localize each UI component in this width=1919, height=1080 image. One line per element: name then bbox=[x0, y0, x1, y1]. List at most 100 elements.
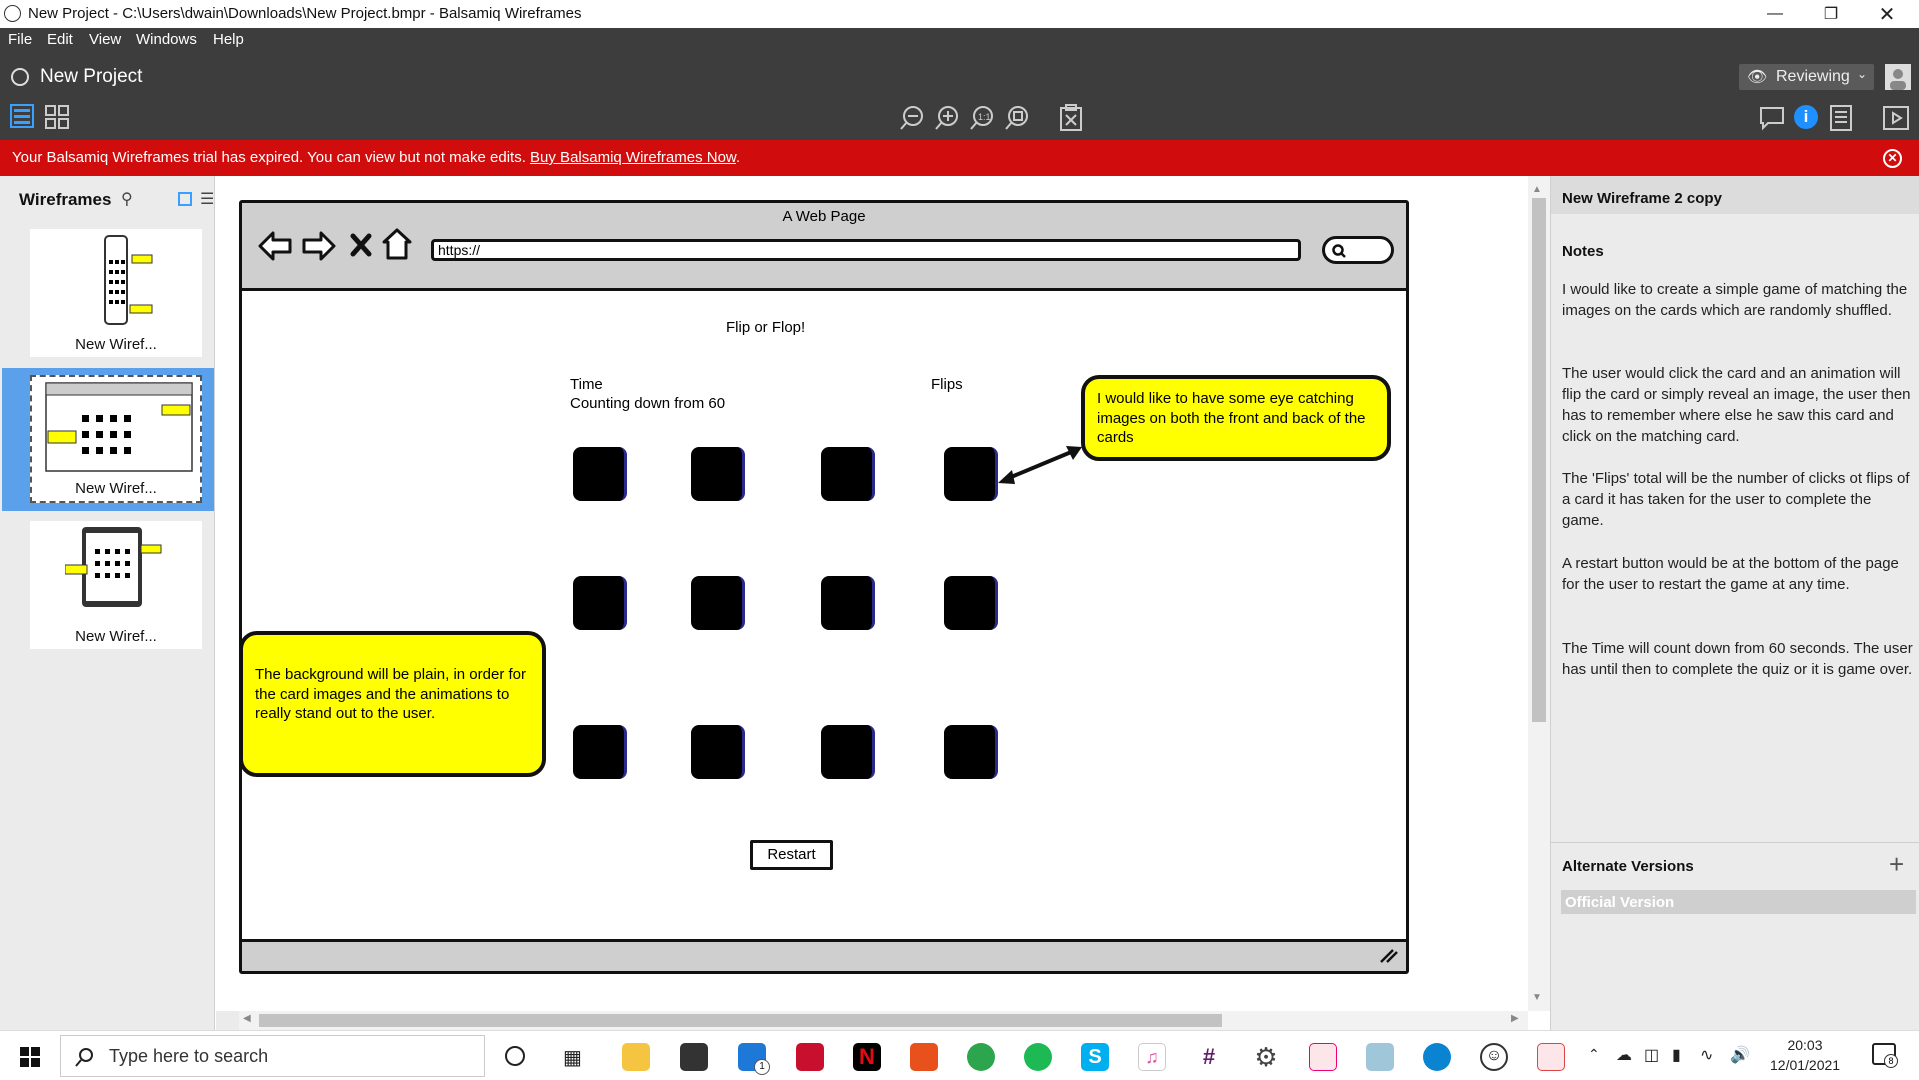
itunes-icon[interactable]: ♫ bbox=[1138, 1043, 1166, 1071]
thumbnail-caption: New Wiref... bbox=[75, 336, 157, 353]
notes-paragraph: The Time will count down from 60 seconds… bbox=[1562, 640, 1913, 678]
menu-edit[interactable]: Edit bbox=[47, 31, 73, 48]
horizontal-scrollbar[interactable]: ◀ ▶ bbox=[239, 1011, 1528, 1030]
slack-icon[interactable]: # bbox=[1195, 1043, 1223, 1071]
card bbox=[691, 725, 745, 779]
thumbnail-caption: New Wiref... bbox=[75, 480, 157, 497]
zoom-actual-size-icon[interactable]: 1:1 bbox=[968, 104, 996, 137]
vertical-scroll-thumb[interactable] bbox=[1532, 198, 1546, 722]
mail-icon[interactable]: 1 bbox=[738, 1043, 770, 1075]
zoom-fit-icon[interactable] bbox=[1003, 104, 1031, 137]
info-icon[interactable]: i bbox=[1794, 105, 1818, 129]
spotify-icon[interactable] bbox=[1024, 1043, 1052, 1071]
sticky-note-top: I would like to have some eye catching i… bbox=[1081, 375, 1391, 461]
restore-button[interactable]: ❐ bbox=[1803, 0, 1859, 28]
app-icon[interactable] bbox=[1537, 1043, 1565, 1071]
scroll-down-icon[interactable]: ▼ bbox=[1532, 992, 1542, 1003]
card bbox=[573, 576, 627, 630]
vertical-scrollbar[interactable]: ▲ ▼ bbox=[1528, 176, 1550, 1011]
time-label: Time bbox=[570, 376, 603, 393]
skype-icon[interactable]: S bbox=[1081, 1043, 1109, 1071]
zoom-in-icon[interactable] bbox=[933, 104, 961, 137]
app-icon[interactable] bbox=[1366, 1043, 1394, 1071]
list-mode-icon[interactable]: ☰ bbox=[200, 189, 214, 209]
resize-grip-icon bbox=[1380, 949, 1398, 963]
thumbnail-caption: New Wiref... bbox=[75, 628, 157, 645]
trial-expired-banner: Your Balsamiq Wireframes trial has expir… bbox=[0, 140, 1919, 176]
scroll-right-icon[interactable]: ▶ bbox=[1511, 1013, 1519, 1024]
store-icon[interactable] bbox=[680, 1043, 708, 1071]
network-icon[interactable]: ◫ bbox=[1644, 1045, 1659, 1065]
official-version-item[interactable]: Official Version bbox=[1561, 890, 1916, 914]
mode-dropdown[interactable]: 👁 Reviewing ⌄ bbox=[1739, 64, 1874, 90]
grid-view-icon[interactable] bbox=[44, 104, 70, 135]
close-button[interactable]: ✕ bbox=[1859, 0, 1915, 28]
balsamiq-taskbar-icon[interactable]: ☺ bbox=[1480, 1043, 1508, 1071]
wifi-icon[interactable]: ∿ bbox=[1700, 1045, 1713, 1065]
card bbox=[944, 725, 998, 779]
battery-icon[interactable]: ▮ bbox=[1672, 1045, 1681, 1065]
banner-message: Your Balsamiq Wireframes trial has expir… bbox=[12, 149, 531, 166]
eye-icon: 👁 bbox=[1747, 69, 1768, 86]
wireframe-thumbnail[interactable]: New Wiref... bbox=[30, 521, 202, 649]
horizontal-scroll-thumb[interactable] bbox=[259, 1014, 1222, 1027]
add-version-icon[interactable]: + bbox=[1889, 849, 1904, 880]
chevron-down-icon: ⌄ bbox=[1857, 67, 1868, 81]
scroll-up-icon[interactable]: ▲ bbox=[1532, 184, 1542, 195]
card bbox=[573, 447, 627, 501]
notes-paragraph: I would like to create a simple game of … bbox=[1562, 281, 1908, 319]
buy-now-link[interactable]: Buy Balsamiq Wireframes Now bbox=[530, 149, 736, 166]
search-icon bbox=[75, 1048, 93, 1067]
thumbnail-view-icon[interactable] bbox=[178, 192, 192, 206]
file-explorer-icon[interactable] bbox=[622, 1043, 650, 1071]
windows-taskbar: Type here to search ▦ 1 N S ♫ # ⚙ ☺ ⌃ ☁ … bbox=[0, 1030, 1919, 1080]
wireframe-thumbnail-selected[interactable]: New Wiref... bbox=[30, 375, 202, 503]
search-placeholder: Type here to search bbox=[109, 1046, 269, 1066]
action-center-icon[interactable]: 8 bbox=[1872, 1043, 1898, 1068]
menu-help[interactable]: Help bbox=[213, 31, 244, 48]
clock-date[interactable]: 12/01/2021 bbox=[1770, 1057, 1840, 1073]
card bbox=[944, 447, 998, 501]
show-hidden-icons-icon[interactable]: ⌃ bbox=[1588, 1046, 1600, 1063]
wireframe-thumbnail[interactable]: New Wiref... bbox=[30, 229, 202, 357]
settings-gear-icon[interactable]: ⚙ bbox=[1252, 1043, 1280, 1071]
card bbox=[821, 576, 875, 630]
flips-label: Flips bbox=[931, 376, 963, 393]
project-bar: New Project 👁 Reviewing ⌄ bbox=[0, 54, 1919, 100]
edge-icon[interactable] bbox=[1423, 1043, 1451, 1071]
card bbox=[821, 447, 875, 501]
windows-start-icon[interactable] bbox=[20, 1047, 40, 1067]
menu-file[interactable]: File bbox=[8, 31, 32, 48]
snip-tool-icon[interactable] bbox=[1309, 1043, 1337, 1071]
minimize-button[interactable]: — bbox=[1747, 0, 1803, 28]
browser-page-title: A Web Page bbox=[782, 208, 866, 225]
dismiss-banner-icon[interactable]: ✕ bbox=[1883, 149, 1902, 168]
notes-paragraph: A restart button would be at the bottom … bbox=[1562, 555, 1899, 593]
list-view-icon[interactable] bbox=[10, 104, 34, 128]
cortana-icon[interactable] bbox=[505, 1046, 525, 1066]
task-view-icon[interactable]: ▦ bbox=[563, 1045, 582, 1070]
search-field bbox=[1322, 236, 1394, 264]
onedrive-icon[interactable]: ☁ bbox=[1616, 1045, 1632, 1065]
zoom-out-icon[interactable] bbox=[898, 104, 926, 137]
clock-time[interactable]: 20:03 bbox=[1770, 1037, 1840, 1053]
mcafee-icon[interactable] bbox=[796, 1043, 824, 1071]
scroll-left-icon[interactable]: ◀ bbox=[243, 1013, 251, 1024]
menu-windows[interactable]: Windows bbox=[136, 31, 197, 48]
chrome-icon[interactable] bbox=[967, 1043, 995, 1071]
mail-badge: 1 bbox=[754, 1059, 770, 1075]
netflix-icon[interactable]: N bbox=[853, 1043, 881, 1071]
sort-icon[interactable]: ⚲ bbox=[121, 189, 133, 209]
presentation-play-icon[interactable] bbox=[1882, 104, 1910, 137]
comment-icon[interactable] bbox=[1758, 104, 1786, 137]
clear-clipboard-icon[interactable] bbox=[1058, 104, 1084, 137]
office-icon[interactable] bbox=[910, 1043, 938, 1071]
card bbox=[573, 725, 627, 779]
menu-view[interactable]: View bbox=[89, 31, 121, 48]
volume-icon[interactable]: 🔊 bbox=[1730, 1045, 1750, 1065]
taskbar-search-box[interactable]: Type here to search bbox=[60, 1035, 485, 1077]
time-sub-label: Counting down from 60 bbox=[570, 395, 726, 412]
alternate-versions-header: Alternate Versions bbox=[1562, 858, 1694, 875]
notes-icon[interactable] bbox=[1828, 104, 1854, 137]
user-avatar[interactable] bbox=[1885, 64, 1911, 90]
